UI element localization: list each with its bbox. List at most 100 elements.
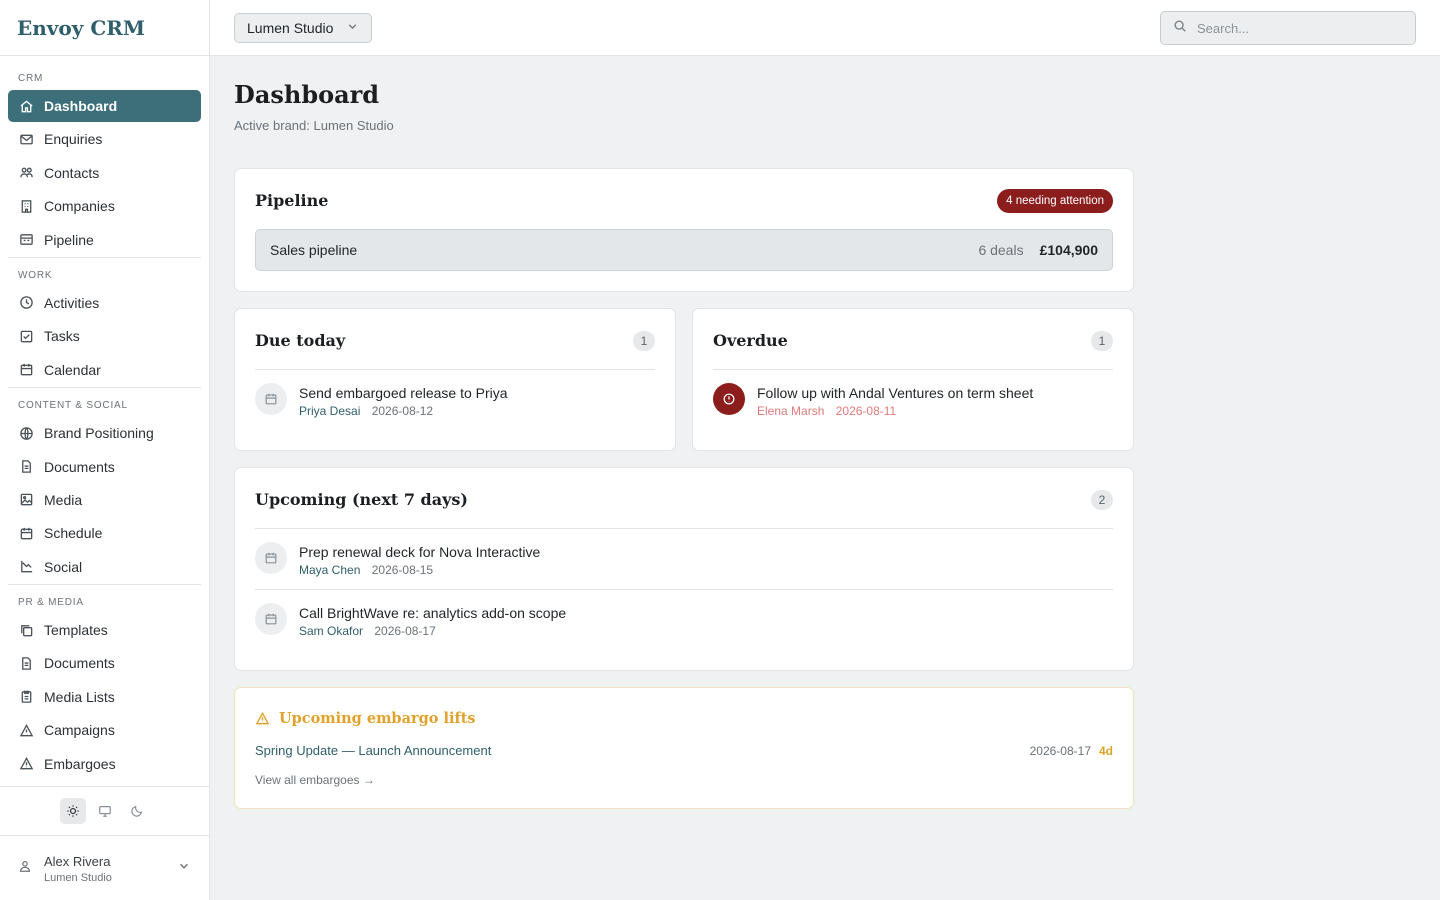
checkbox-icon (18, 328, 34, 344)
sidebar-item-label: Calendar (44, 361, 101, 378)
search-input[interactable] (1197, 20, 1397, 36)
task-item[interactable]: Call BrightWave re: analytics add-on sco… (255, 603, 1113, 643)
document-icon (18, 655, 34, 671)
sidebar-item-label: Documents (44, 458, 115, 475)
upcoming-count: 2 (1091, 490, 1113, 510)
pipeline-row[interactable]: Sales pipeline 6 deals £104,900 (255, 229, 1113, 271)
calendar-icon (255, 383, 287, 415)
task-date: 2026-08-17 (374, 624, 436, 638)
sidebar-item-label: Activities (44, 294, 100, 311)
search-icon (1173, 19, 1187, 38)
sidebar-item-schedule[interactable]: Schedule (8, 517, 201, 549)
embargo-card: Upcoming embargo lifts Spring Update — L… (234, 687, 1134, 809)
overdue-card: Overdue 1 Follow up with Andal Ventures … (692, 308, 1134, 451)
sidebar-item-brand-positioning[interactable]: Brand Positioning (8, 417, 201, 449)
page-subtitle: Active brand: Lumen Studio (234, 118, 394, 133)
warning-icon (255, 711, 279, 726)
moon-icon (130, 804, 144, 818)
globe-icon (18, 425, 34, 441)
sidebar-item-media[interactable]: Media (8, 484, 201, 516)
sidebar-item-media-lists[interactable]: Media Lists (8, 681, 201, 713)
embargo-title-text: Upcoming embargo lifts (279, 710, 476, 727)
brand-select-value: Lumen Studio (247, 20, 334, 36)
sidebar-item-label: Campaigns (44, 722, 115, 739)
sidebar-item-pr-documents[interactable]: Documents (8, 647, 201, 679)
sidebar-item-label: Brand Positioning (44, 425, 154, 442)
task-item[interactable]: Send embargoed release to Priya Priya De… (255, 383, 655, 423)
sidebar-item-label: Media (44, 491, 83, 508)
sidebar-item-dashboard[interactable]: Dashboard (8, 90, 201, 122)
home-icon (18, 98, 34, 114)
embargo-title: Upcoming embargo lifts (255, 710, 476, 727)
nav-section-label: CRM (18, 73, 44, 84)
triangle-icon (18, 722, 34, 738)
sidebar-item-label: Documents (44, 655, 115, 672)
attention-badge: 4 needing attention (997, 189, 1113, 213)
sidebar-item-label: Tasks (44, 328, 80, 345)
pipeline-icon (18, 232, 34, 248)
chart-icon (18, 559, 34, 575)
sidebar-item-label: Dashboard (44, 98, 118, 114)
task-item[interactable]: Prep renewal deck for Nova Interactive M… (255, 542, 1113, 582)
overdue-title: Overdue (713, 331, 788, 350)
sidebar-item-campaigns[interactable]: Campaigns (8, 714, 201, 746)
app-logo[interactable]: Envoy CRM (0, 0, 209, 56)
sidebar-item-companies[interactable]: Companies (8, 190, 201, 222)
divider (255, 528, 1113, 529)
task-owner: Maya Chen (299, 563, 361, 577)
theme-system-button[interactable] (92, 798, 118, 824)
user-brand: Lumen Studio (44, 871, 112, 884)
sun-icon (66, 804, 80, 818)
sidebar-item-activities[interactable]: Activities (8, 287, 201, 319)
sidebar-item-tasks[interactable]: Tasks (8, 320, 201, 352)
due-today-card: Due today 1 Send embargoed release to Pr… (234, 308, 676, 451)
task-item[interactable]: Follow up with Andal Ventures on term sh… (713, 383, 1113, 423)
upcoming-title: Upcoming (next 7 days) (255, 490, 468, 509)
sidebar-item-label: Schedule (44, 525, 103, 542)
theme-dark-button[interactable] (124, 798, 150, 824)
user-icon (18, 859, 32, 878)
embargo-item-link[interactable]: Spring Update — Launch Announcement (255, 743, 491, 758)
mail-icon (18, 131, 34, 147)
user-menu[interactable]: Alex Rivera Lumen Studio (0, 837, 209, 900)
sidebar-item-label: Social (44, 558, 83, 575)
embargo-days: 4d (1098, 744, 1113, 758)
task-owner: Priya Desai (299, 404, 361, 418)
task-date: 2026-08-12 (371, 404, 434, 418)
sidebar-item-calendar[interactable]: Calendar (8, 354, 201, 386)
theme-light-button[interactable] (59, 798, 86, 824)
divider (255, 369, 655, 370)
brand-select[interactable]: Lumen Studio (234, 13, 372, 43)
pipeline-card: Pipeline 4 needing attention Sales pipel… (234, 168, 1134, 292)
sidebar-item-pipeline[interactable]: Pipeline (8, 224, 201, 256)
due-today-count: 1 (633, 331, 655, 351)
sidebar-item-documents[interactable]: Documents (8, 451, 201, 483)
chevron-down-icon (177, 859, 191, 878)
users-icon (18, 165, 34, 181)
task-owner: Sam Okafor (299, 624, 364, 638)
calendar-icon (18, 525, 34, 541)
nav-section-label: CONTENT & SOCIAL (18, 400, 128, 412)
pipeline-amount: £104,900 (1039, 242, 1098, 258)
page-title: Dashboard (234, 80, 380, 109)
pipeline-title: Pipeline (255, 191, 329, 210)
task-title: Prep renewal deck for Nova Interactive (299, 544, 541, 560)
sidebar-item-contacts[interactable]: Contacts (8, 157, 201, 189)
sidebar-item-enquiries[interactable]: Enquiries (8, 123, 201, 155)
sidebar-item-label: Contacts (44, 164, 100, 181)
calendar-icon (18, 362, 34, 378)
sidebar-item-label: Embargoes (44, 755, 116, 772)
sidebar-item-label: Companies (44, 198, 115, 215)
task-date: 2026-08-11 (835, 404, 897, 418)
sidebar-item-templates[interactable]: Templates (8, 614, 201, 646)
task-title: Follow up with Andal Ventures on term sh… (757, 385, 1034, 401)
monitor-icon (98, 804, 112, 818)
calendar-icon (255, 542, 287, 574)
task-date: 2026-08-15 (371, 563, 434, 577)
user-name: Alex Rivera (44, 853, 111, 869)
sidebar-item-social[interactable]: Social (8, 551, 201, 583)
sidebar-item-embargoes[interactable]: Embargoes (8, 748, 201, 780)
view-all-embargoes-link[interactable]: View all embargoes → (255, 773, 375, 787)
pipeline-deals: 6 deals (978, 242, 1024, 258)
pipeline-name: Sales pipeline (270, 242, 358, 258)
